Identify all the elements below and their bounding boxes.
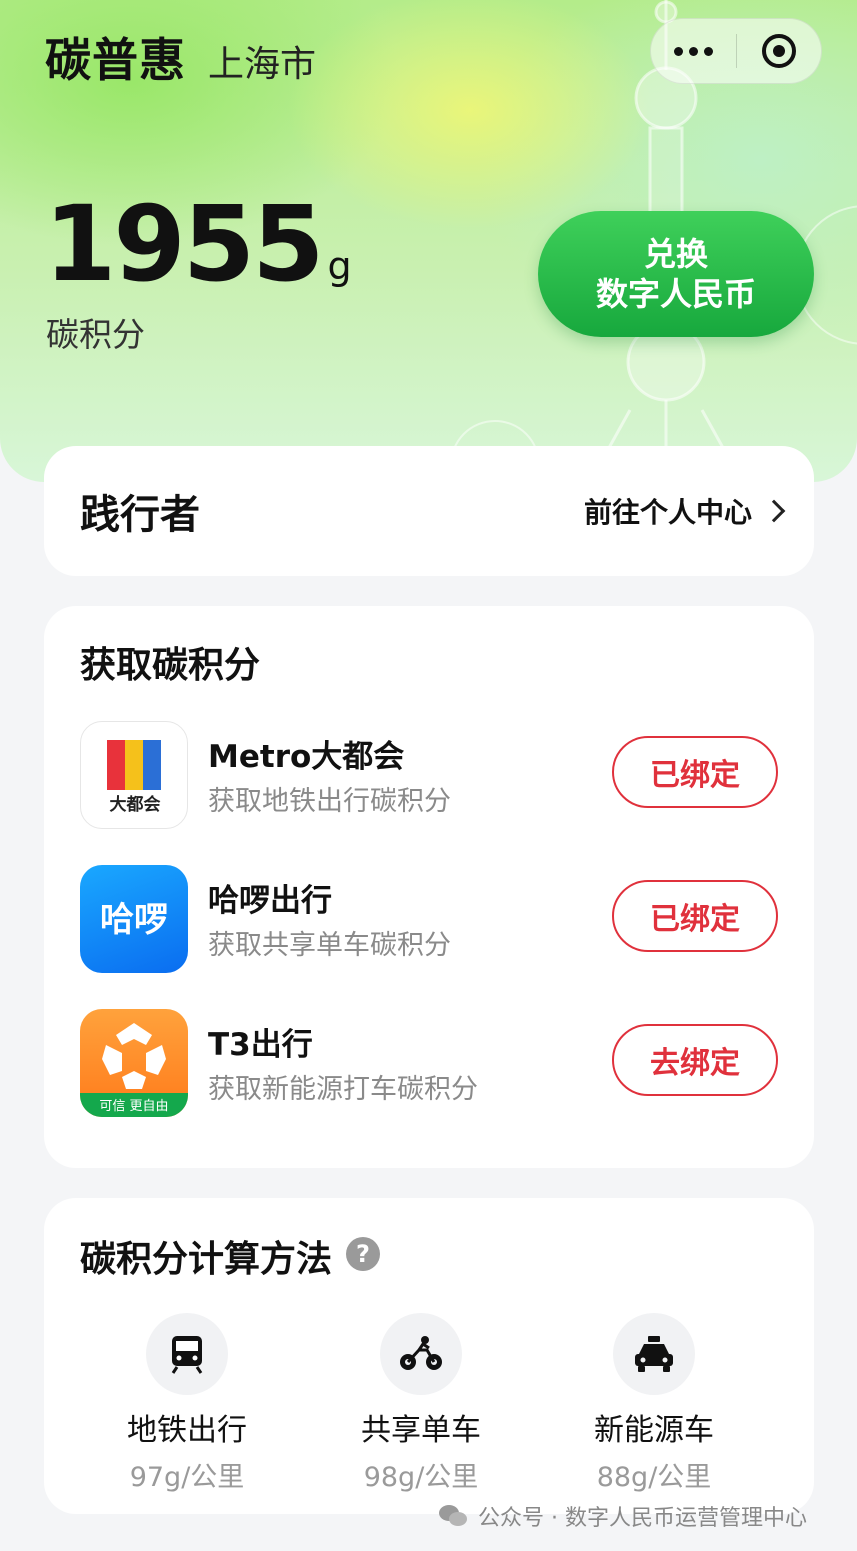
exchange-label-line2: 数字人民币 xyxy=(595,275,756,313)
user-name: 践行者 xyxy=(80,492,200,538)
hero-banner: 碳普惠 上海市 1955 g 碳积分 兑换 数字人民币 xyxy=(0,0,857,482)
points-label: 碳积分 xyxy=(46,315,145,354)
help-icon[interactable]: ? xyxy=(346,1237,380,1271)
app-name: Metro大都会 xyxy=(208,739,405,775)
calc-item-rate: 88g/公里 xyxy=(596,1462,712,1493)
chevron-right-icon xyxy=(762,499,786,523)
t3-app-icon: 可信 更自由 xyxy=(80,1009,188,1117)
subway-icon xyxy=(146,1313,228,1395)
points-unit: g xyxy=(327,244,352,288)
metro-app-icon: 大都会 xyxy=(80,721,188,829)
calc-section-title: 碳积分计算方法 xyxy=(80,1239,333,1280)
app-name: T3出行 xyxy=(208,1027,313,1063)
taxi-icon xyxy=(613,1313,695,1395)
bicycle-icon xyxy=(380,1313,462,1395)
earn-points-card: 获取碳积分 大都会 Metro大都会 获取地铁出行碳积分 已绑定 哈啰 哈啰出行… xyxy=(44,606,814,1168)
list-item: 可信 更自由 T3出行 获取新能源打车碳积分 去绑定 xyxy=(80,1009,780,1119)
bind-button[interactable]: 去绑定 xyxy=(612,1024,778,1096)
exchange-ecny-button[interactable]: 兑换 数字人民币 xyxy=(538,211,814,337)
watermark-text: 公众号 · 数字人民币运营管理中心 xyxy=(478,1506,807,1531)
earn-section-title: 获取碳积分 xyxy=(80,645,261,686)
city-selector[interactable]: 上海市 xyxy=(208,35,316,87)
calc-item-rate: 98g/公里 xyxy=(363,1462,479,1493)
calc-item-bicycle: 共享单车 98g/公里 xyxy=(321,1313,521,1494)
calc-item-name: 新能源车 xyxy=(594,1413,714,1448)
app-name: 哈啰出行 xyxy=(208,883,332,919)
list-item: 哈啰 哈啰出行 获取共享单车碳积分 已绑定 xyxy=(80,865,780,975)
more-dots-icon[interactable] xyxy=(651,18,736,84)
wechat-icon xyxy=(439,1505,467,1526)
calc-method-card: 碳积分计算方法 ? 地铁出行 97g/公里 共享单车 98g/公里 新能源车 8… xyxy=(44,1198,814,1514)
calc-item-name: 共享单车 xyxy=(361,1413,481,1448)
list-item: 大都会 Metro大都会 获取地铁出行碳积分 已绑定 xyxy=(80,721,780,831)
metro-icon-text: 大都会 xyxy=(110,794,161,815)
calc-item-subway: 地铁出行 97g/公里 xyxy=(87,1313,287,1494)
target-icon[interactable] xyxy=(737,18,821,84)
points-display: 1955 g xyxy=(44,192,352,296)
watermark: 公众号 · 数字人民币运营管理中心 xyxy=(438,1500,807,1532)
exchange-label-line1: 兑换 xyxy=(643,235,708,273)
calc-item-rate: 97g/公里 xyxy=(129,1462,245,1493)
page: 碳普惠 上海市 1955 g 碳积分 兑换 数字人民币 践行者 前往个人中心 获… xyxy=(0,0,857,1551)
app-description: 获取地铁出行碳积分 xyxy=(208,786,451,817)
app-description: 获取新能源打车碳积分 xyxy=(208,1074,478,1105)
user-card: 践行者 前往个人中心 xyxy=(44,446,814,576)
bound-button[interactable]: 已绑定 xyxy=(612,880,778,952)
t3-icon-text: 可信 更自由 xyxy=(99,1099,168,1114)
bound-button[interactable]: 已绑定 xyxy=(612,736,778,808)
app-description: 获取共享单车碳积分 xyxy=(208,930,451,961)
personal-center-link[interactable]: 前往个人中心 xyxy=(583,491,786,531)
personal-center-label: 前往个人中心 xyxy=(583,496,752,529)
calc-item-ev: 新能源车 88g/公里 xyxy=(554,1313,754,1494)
hellobike-icon-text: 哈啰 xyxy=(100,900,168,940)
page-title: 碳普惠 xyxy=(45,33,186,87)
brand: 碳普惠 上海市 xyxy=(45,24,316,90)
calc-item-name: 地铁出行 xyxy=(127,1413,247,1448)
mini-program-capsule xyxy=(650,18,822,84)
points-value: 1955 xyxy=(44,183,324,305)
hellobike-app-icon: 哈啰 xyxy=(80,865,188,973)
